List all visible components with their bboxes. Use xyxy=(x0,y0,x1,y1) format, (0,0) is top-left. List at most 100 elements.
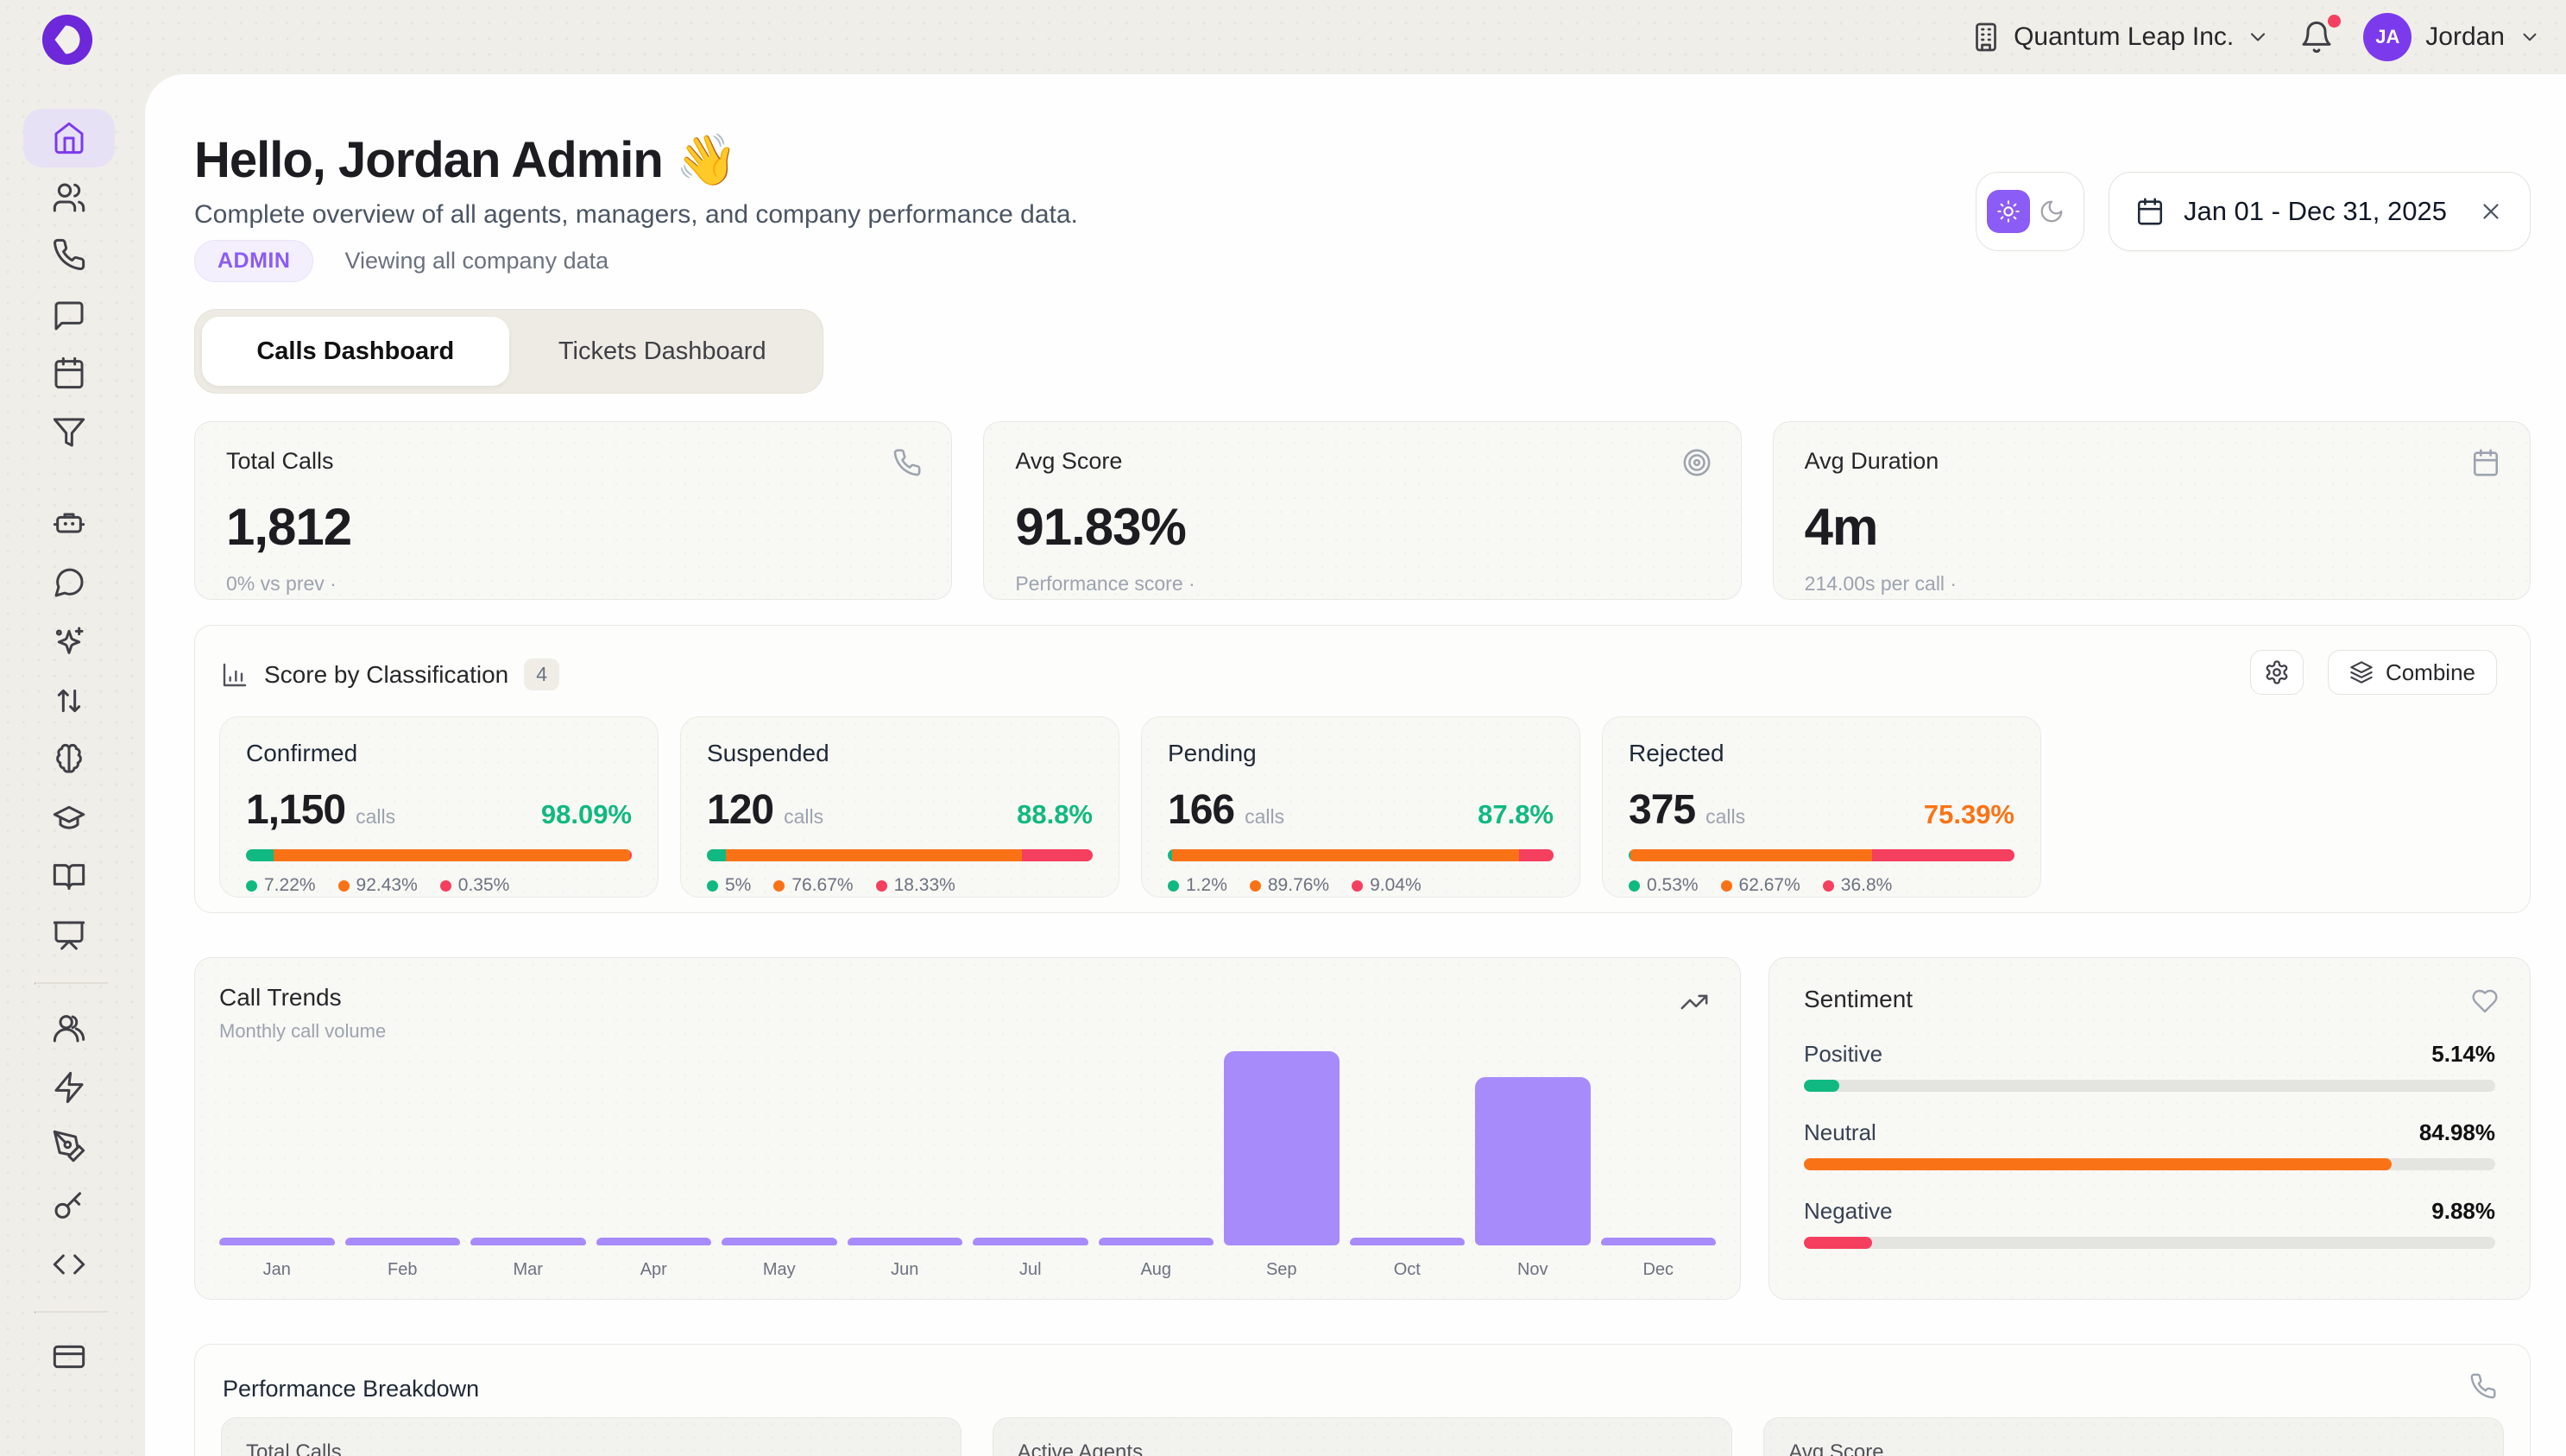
sentiment-label: Neutral xyxy=(1804,1119,1876,1146)
trend-bar-oct[interactable] xyxy=(1350,1238,1466,1245)
zap-icon xyxy=(52,1070,86,1105)
theme-light-button[interactable] xyxy=(1987,190,2030,233)
sentiment-row-neutral: Neutral 84.98% xyxy=(1804,1119,2495,1170)
green-dot xyxy=(1629,880,1640,892)
month-label: Jun xyxy=(848,1260,963,1280)
theme-dark-button[interactable] xyxy=(2039,194,2073,229)
legend-value: 5% xyxy=(725,875,751,896)
theme-toggle[interactable] xyxy=(1976,172,2084,251)
users-round-icon xyxy=(52,1011,86,1045)
sidebar-item-teams[interactable] xyxy=(23,999,115,1057)
stat-card-avg-duration: Avg Duration 4m 214.00s per call · xyxy=(1773,421,2531,600)
stat-value: 1,812 xyxy=(226,497,920,557)
sidebar-item-training[interactable] xyxy=(23,788,115,847)
legend-value: 0.53% xyxy=(1647,875,1699,896)
trend-bar-jan[interactable] xyxy=(219,1238,335,1245)
sidebar-item-calendar[interactable] xyxy=(23,344,115,402)
trend-bar-aug[interactable] xyxy=(1099,1238,1214,1245)
sidebar-item-billing[interactable] xyxy=(23,1327,115,1386)
orange-dot xyxy=(1721,880,1732,892)
legend-value: 1.2% xyxy=(1186,875,1227,896)
sidebar-item-home[interactable] xyxy=(23,109,115,167)
date-range-picker[interactable]: Jan 01 - Dec 31, 2025 xyxy=(2109,172,2531,251)
sentiment-row-negative: Negative 9.88% xyxy=(1804,1198,2495,1249)
trend-bar-mar[interactable] xyxy=(470,1238,586,1245)
combine-button[interactable]: Combine xyxy=(2328,650,2497,695)
classification-name: Pending xyxy=(1168,740,1554,767)
tab-calls-dashboard[interactable]: Calls Dashboard xyxy=(202,317,509,386)
classification-card-pending[interactable]: Pending 166 calls 87.8% 1.2% 89.76% 9.04… xyxy=(1141,716,1580,898)
sidebar-item-chat[interactable] xyxy=(23,553,115,612)
sidebar-item-calls[interactable] xyxy=(23,225,115,284)
calls-suffix: calls xyxy=(1245,805,1284,829)
org-selector[interactable]: Quantum Leap Inc. xyxy=(1970,22,2270,53)
sidebar-item-developer[interactable] xyxy=(23,1235,115,1294)
classification-card-confirmed[interactable]: Confirmed 1,150 calls 98.09% 7.22% 92.43… xyxy=(219,716,659,898)
sidebar-item-knowledge[interactable] xyxy=(23,730,115,789)
month-label: Apr xyxy=(596,1260,712,1280)
combine-label: Combine xyxy=(2386,659,2475,686)
trend-bar-sep[interactable] xyxy=(1224,1051,1340,1245)
score-by-classification-card: Score by Classification 4 Combine Confir… xyxy=(194,625,2531,913)
sidebar-item-transfers[interactable] xyxy=(23,671,115,730)
classification-score: 88.8% xyxy=(1017,799,1093,830)
sentiment-value: 9.88% xyxy=(2431,1198,2495,1225)
sidebar-item-users[interactable] xyxy=(23,168,115,227)
app-logo[interactable] xyxy=(41,13,94,66)
progress-fill xyxy=(1804,1237,1872,1249)
dashboard-page: Quantum Leap Inc. JA Jordan xyxy=(0,0,2566,1456)
legend-value: 62.67% xyxy=(1739,875,1800,896)
org-name: Quantum Leap Inc. xyxy=(2014,22,2234,52)
target-icon xyxy=(1682,448,1712,477)
user-menu[interactable]: JA Jordan xyxy=(2363,13,2541,61)
trend-bar-nov[interactable] xyxy=(1475,1077,1591,1245)
calendar-icon xyxy=(52,356,86,390)
sidebar-divider xyxy=(35,982,109,985)
bot-icon xyxy=(52,506,86,540)
month-label: Dec xyxy=(1601,1260,1717,1280)
user-name: Jordan xyxy=(2425,22,2505,52)
gear-icon xyxy=(2264,659,2290,685)
trend-bar-feb[interactable] xyxy=(345,1238,461,1245)
sidebar-item-library[interactable] xyxy=(23,848,115,906)
trend-bar-dec[interactable] xyxy=(1601,1238,1717,1245)
legend-value: 89.76% xyxy=(1268,875,1329,896)
classification-calls: 120 xyxy=(707,786,773,834)
sidebar-item-presentations[interactable] xyxy=(23,906,115,965)
code-icon xyxy=(52,1247,86,1282)
trend-bar-jun[interactable] xyxy=(848,1238,963,1245)
month-label: Aug xyxy=(1099,1260,1214,1280)
classification-calls: 166 xyxy=(1168,786,1234,834)
month-label: Nov xyxy=(1475,1260,1591,1280)
performance-breakdown-card: Performance Breakdown Total Calls Active… xyxy=(194,1344,2531,1456)
phone-icon xyxy=(892,448,922,477)
sidebar-item-keys[interactable] xyxy=(23,1176,115,1235)
sidebar-item-ai[interactable] xyxy=(23,612,115,671)
sidebar-item-design[interactable] xyxy=(23,1117,115,1176)
clear-date-button[interactable] xyxy=(2478,199,2504,224)
classification-card-suspended[interactable]: Suspended 120 calls 88.8% 5% 76.67% 18.3… xyxy=(680,716,1119,898)
sidebar-item-bot[interactable] xyxy=(23,494,115,552)
trend-bar-apr[interactable] xyxy=(596,1238,712,1245)
trend-bar-jul[interactable] xyxy=(973,1238,1088,1245)
date-range-value: Jan 01 - Dec 31, 2025 xyxy=(2184,196,2447,227)
classification-card-rejected[interactable]: Rejected 375 calls 75.39% 0.53% 62.67% 3… xyxy=(1602,716,2041,898)
sidebar-item-filters[interactable] xyxy=(23,403,115,462)
trend-bar-may[interactable] xyxy=(722,1238,837,1245)
sidebar-item-messages[interactable] xyxy=(23,287,115,345)
phone-icon xyxy=(52,237,86,272)
stat-card-avg-score: Avg Score 91.83% Performance score · xyxy=(983,421,1741,600)
notifications-button[interactable] xyxy=(2299,20,2334,54)
classification-name: Suspended xyxy=(707,740,1093,767)
sidebar-item-automations[interactable] xyxy=(23,1058,115,1117)
red-dot xyxy=(1352,880,1363,892)
presentation-icon xyxy=(52,918,86,953)
legend-value: 76.67% xyxy=(791,875,853,896)
filter-icon xyxy=(52,415,86,450)
performance-cell-avg-score: Avg Score xyxy=(1763,1417,2504,1456)
sentiment-row-positive: Positive 5.14% xyxy=(1804,1041,2495,1092)
red-dot xyxy=(440,880,451,892)
legend-value: 92.43% xyxy=(356,875,418,896)
classification-settings-button[interactable] xyxy=(2250,650,2304,695)
tab-tickets-dashboard[interactable]: Tickets Dashboard xyxy=(509,317,816,386)
